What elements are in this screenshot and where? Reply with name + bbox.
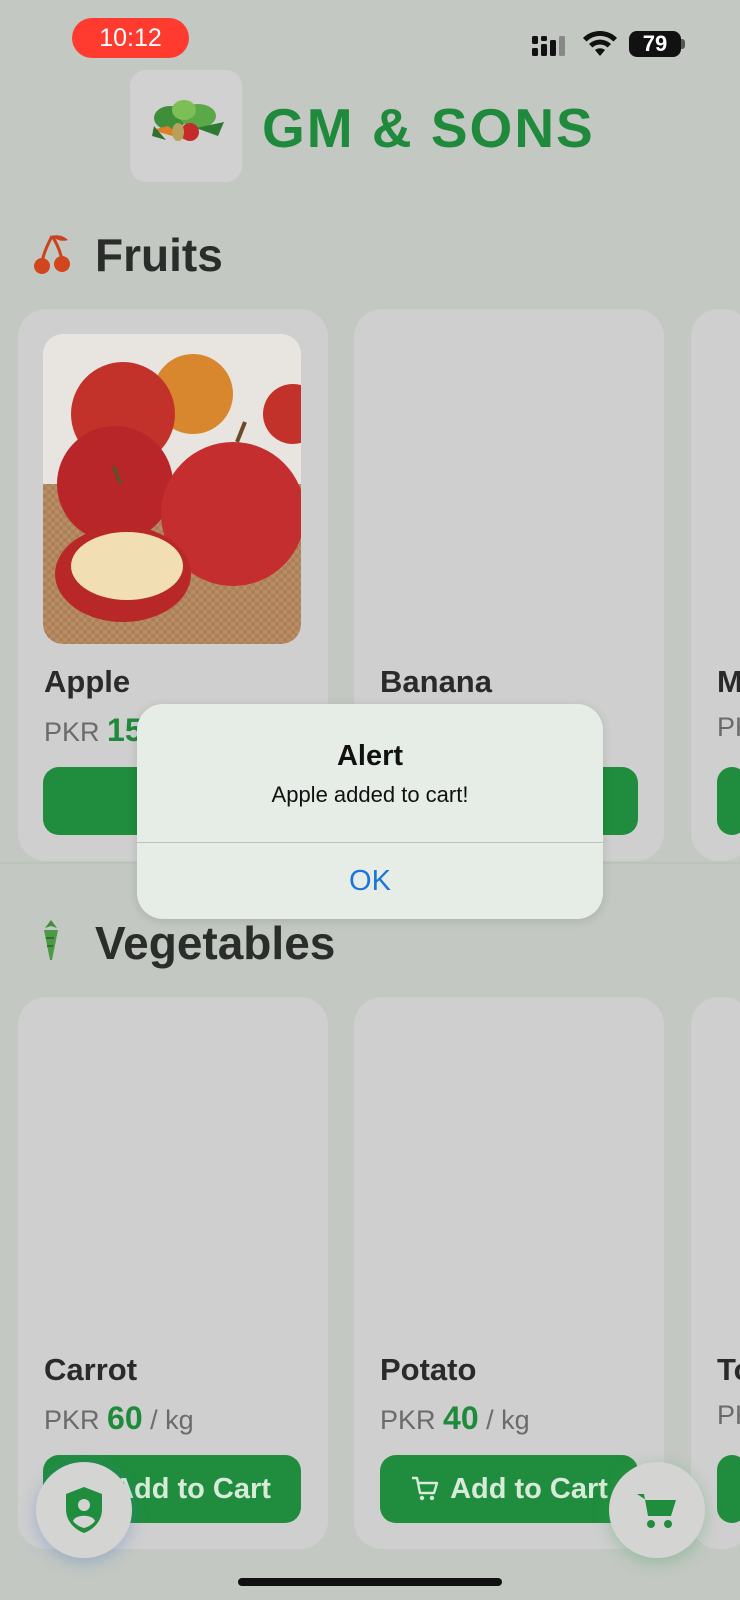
product-name-potato: Potato — [380, 1352, 477, 1387]
cart-icon — [412, 1476, 439, 1501]
status-time: 10:12 — [72, 18, 189, 58]
add-to-cart-button-partial-vegetable[interactable] — [717, 1455, 740, 1523]
alert-title: Alert — [336, 740, 404, 772]
product-price-partial-vegetable: PK — [717, 1400, 740, 1430]
product-name-banana: Banana — [380, 664, 492, 699]
add-to-cart-label: Add to Cart — [450, 1472, 608, 1505]
app-logo — [130, 70, 242, 182]
product-name-partial-vegetable: To — [717, 1352, 740, 1387]
vegetable-basket-logo-icon — [152, 100, 224, 141]
shield-user-icon — [66, 1487, 102, 1533]
add-to-cart-label: Add to Cart — [113, 1472, 271, 1505]
product-price-potato: PKR 40 / kg — [380, 1400, 530, 1437]
price-currency: PKR — [44, 1405, 100, 1435]
cherry-icon — [34, 235, 70, 274]
fruits-heading: Fruits — [95, 229, 223, 281]
carrot-icon — [44, 920, 58, 960]
apple-image — [43, 334, 301, 644]
price-value: 60 — [107, 1400, 143, 1436]
price-currency: PKR — [380, 1405, 436, 1435]
price-unit: / kg — [150, 1405, 194, 1435]
shopping-cart-icon — [637, 1494, 676, 1528]
wifi-icon — [583, 30, 617, 56]
product-name-apple: Apple — [44, 664, 131, 699]
product-price-apple: PKR 15 — [44, 712, 143, 749]
product-price-partial-fruit: PK — [717, 712, 740, 742]
add-to-cart-button-partial-fruit[interactable] — [717, 767, 740, 835]
battery-cap — [681, 39, 685, 49]
cart-fab-button[interactable] — [609, 1462, 705, 1558]
battery-indicator: 79 — [629, 31, 681, 57]
price-currency: PKR — [44, 717, 100, 747]
admin-fab-button[interactable] — [36, 1462, 132, 1558]
home-indicator[interactable] — [238, 1578, 502, 1586]
product-price-carrot: PKR 60 / kg — [44, 1400, 194, 1437]
add-to-cart-button-potato[interactable]: Add to Cart — [380, 1455, 638, 1523]
price-unit: / kg — [486, 1405, 530, 1435]
price-value: 40 — [443, 1400, 479, 1436]
alert-ok-button[interactable]: OK — [137, 843, 603, 919]
signal-icon — [532, 36, 565, 56]
alert-dialog: Alert Apple added to cart! OK — [137, 704, 603, 919]
brand-title: GM & SONS — [262, 97, 595, 159]
vegetables-heading: Vegetables — [95, 917, 336, 969]
product-name-carrot: Carrot — [44, 1352, 138, 1387]
alert-message: Apple added to cart! — [271, 782, 469, 807]
product-name-partial-fruit: M — [717, 664, 740, 699]
